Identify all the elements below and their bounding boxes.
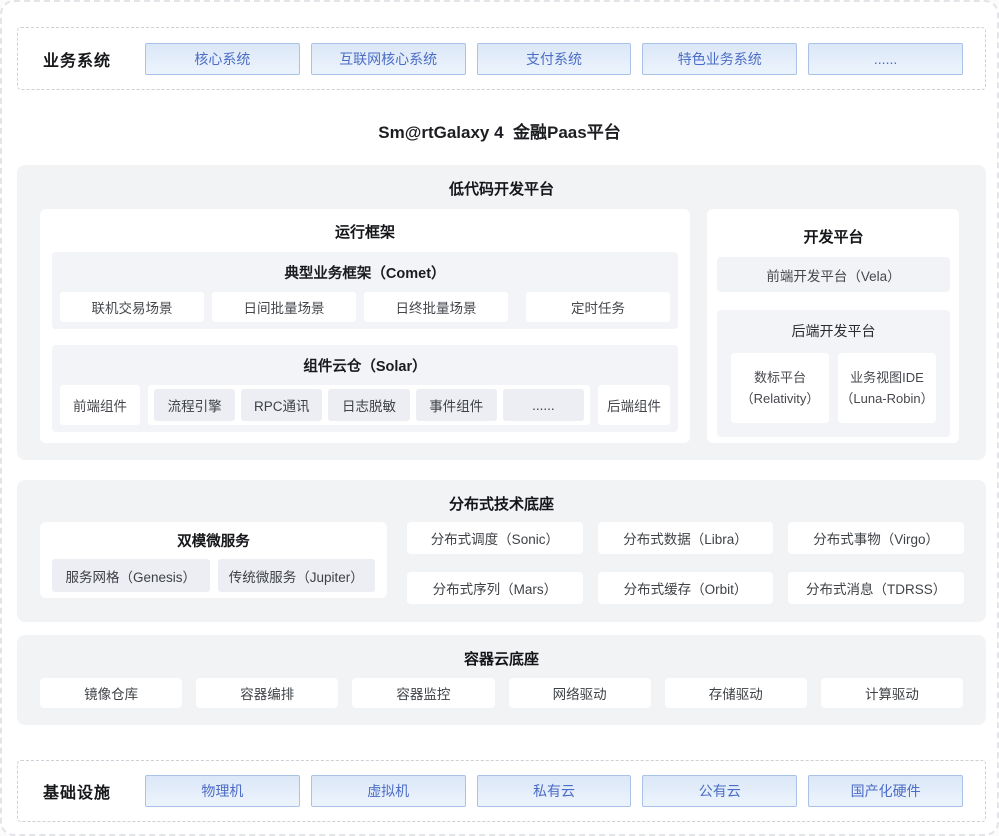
button-internet-core-system[interactable]: 互联网核心系统 [311,43,466,75]
architecture-diagram-canvas: 业务系统 核心系统 互联网核心系统 支付系统 特色业务系统 ...... Sm@… [0,0,999,836]
comet-framework-title: 典型业务框架（Comet） [60,260,670,292]
cell-distributed-sequence-mars: 分布式序列（Mars） [407,572,583,604]
dev-platform-panel: 开发平台 前端开发平台（Vela） 后端开发平台 数标平台 （Relativit… [707,209,959,443]
solar-item-rpc: RPC通讯 [241,389,322,421]
cell-image-registry: 镜像仓库 [40,678,182,708]
solar-backend-component: 后端组件 [598,385,670,425]
cell-distributed-transaction-virgo: 分布式事物（Virgo） [788,522,964,554]
cell-network-driver: 网络驱动 [509,678,651,708]
chip-traditional-microservice-jupiter: 传统微服务（Jupiter） [218,559,376,592]
card-data-standard-line1: 数标平台 [754,367,806,388]
cell-distributed-data-libra: 分布式数据（Libra） [598,522,774,554]
button-payment-system[interactable]: 支付系统 [477,43,632,75]
comet-item-scheduled-task: 定时任务 [526,292,670,322]
dev-platform-title: 开发平台 [717,224,950,253]
card-business-view-line2: （Luna-Robin） [840,388,933,409]
button-core-system[interactable]: 核心系统 [145,43,300,75]
card-data-standard-line2: （Relativity） [741,388,820,409]
button-featured-business-system[interactable]: 特色业务系统 [642,43,797,75]
chip-service-mesh-genesis: 服务网格（Genesis） [52,559,210,592]
solar-item-log-masking: 日志脱敏 [328,389,409,421]
runtime-framework-panel: 运行框架 典型业务框架（Comet） 联机交易场景 日间批量场景 日终批量场景 … [40,209,690,443]
button-more-systems[interactable]: ...... [808,43,963,75]
solar-item-process-engine: 流程引擎 [154,389,235,421]
solar-item-more: ...... [503,389,584,421]
container-base-title: 容器云底座 [17,635,986,669]
card-data-standard-platform: 数标平台 （Relativity） [731,353,829,423]
infrastructure-row: 基础设施 物理机 虚拟机 私有云 公有云 国产化硬件 [17,760,986,822]
lowcode-platform-section: 低代码开发平台 运行框架 典型业务框架（Comet） 联机交易场景 日间批量场景… [17,165,986,460]
frontend-dev-platform-bar: 前端开发平台（Vela） [717,257,950,292]
dual-mode-microservices-panel: 双模微服务 服务网格（Genesis） 传统微服务（Jupiter） [40,522,387,598]
backend-dev-platform-box: 后端开发平台 数标平台 （Relativity） 业务视图IDE （Luna-R… [717,310,950,437]
business-systems-label: 业务系统 [43,47,145,71]
comet-item-daytime-batch: 日间批量场景 [212,292,356,322]
cell-distributed-scheduling-sonic: 分布式调度（Sonic） [407,522,583,554]
cell-distributed-cache-orbit: 分布式缓存（Orbit） [598,572,774,604]
business-systems-buttons: 核心系统 互联网核心系统 支付系统 特色业务系统 ...... [145,43,963,75]
comet-item-online-trading: 联机交易场景 [60,292,204,322]
business-systems-row: 业务系统 核心系统 互联网核心系统 支付系统 特色业务系统 ...... [17,27,986,90]
cell-container-orchestration: 容器编排 [196,678,338,708]
solar-components-strip: 组件云仓（Solar） 前端组件 流程引擎 RPC通讯 日志脱敏 事件组件 ..… [52,345,678,432]
comet-item-endofday-batch: 日终批量场景 [364,292,508,322]
solar-components-title: 组件云仓（Solar） [60,353,670,385]
backend-dev-platform-title: 后端开发平台 [731,321,936,353]
card-business-view-line1: 业务视图IDE [850,367,924,388]
solar-item-event-component: 事件组件 [416,389,497,421]
page-title: Sm@rtGalaxy 4 金融Paas平台 [2,118,997,143]
button-domestic-hardware[interactable]: 国产化硬件 [808,775,963,807]
container-base-section: 容器云底座 镜像仓库 容器编排 容器监控 网络驱动 存储驱动 计算驱动 [17,635,986,725]
distributed-services-grid: 分布式调度（Sonic） 分布式数据（Libra） 分布式事物（Virgo） 分… [407,522,964,604]
button-physical-machine[interactable]: 物理机 [145,775,300,807]
cell-storage-driver: 存储驱动 [665,678,807,708]
infrastructure-label: 基础设施 [43,779,145,803]
button-virtual-machine[interactable]: 虚拟机 [311,775,466,807]
distributed-base-section: 分布式技术底座 双模微服务 服务网格（Genesis） 传统微服务（Jupite… [17,480,986,622]
lowcode-platform-title: 低代码开发平台 [17,165,986,199]
runtime-framework-title: 运行框架 [52,219,678,252]
solar-middle-container: 流程引擎 RPC通讯 日志脱敏 事件组件 ...... [148,385,590,425]
button-public-cloud[interactable]: 公有云 [642,775,797,807]
infrastructure-buttons: 物理机 虚拟机 私有云 公有云 国产化硬件 [145,775,963,807]
cell-container-monitoring: 容器监控 [352,678,494,708]
card-business-view-ide: 业务视图IDE （Luna-Robin） [838,353,936,423]
cell-compute-driver: 计算驱动 [821,678,963,708]
cell-distributed-message-tdrss: 分布式消息（TDRSS） [788,572,964,604]
dual-mode-title: 双模微服务 [52,530,375,559]
distributed-base-title: 分布式技术底座 [17,480,986,514]
solar-frontend-component: 前端组件 [60,385,140,425]
comet-framework-strip: 典型业务框架（Comet） 联机交易场景 日间批量场景 日终批量场景 定时任务 [52,252,678,329]
button-private-cloud[interactable]: 私有云 [477,775,632,807]
